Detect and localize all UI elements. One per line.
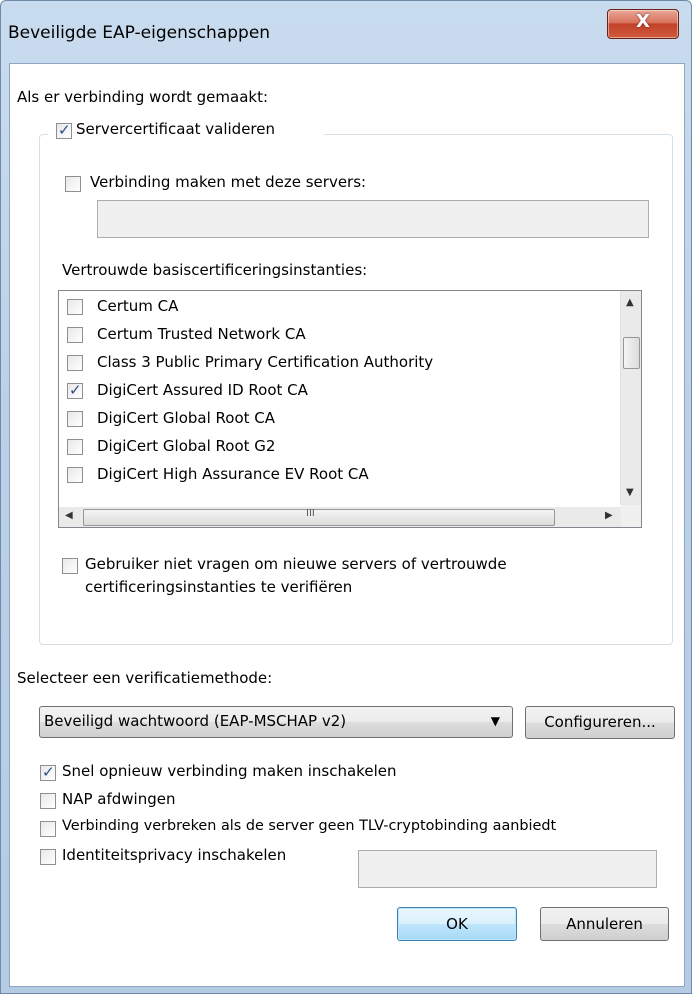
no-prompt-label-line2: certificeringsinstanties te verifiëren (85, 578, 353, 596)
list-item[interactable]: DigiCert Global Root G2 (59, 433, 615, 461)
scroll-down-icon[interactable]: ▼ (626, 487, 634, 498)
checkmark-icon: ✓ (69, 381, 82, 399)
list-item[interactable]: Certum CA (59, 293, 615, 321)
configure-button[interactable]: Configureren... (525, 706, 675, 739)
trusted-ca-list[interactable]: Certum CA Certum Trusted Network CA Clas… (58, 290, 642, 528)
method-select-value: Beveiligd wachtwoord (EAP-MSCHAP v2) (44, 712, 347, 730)
no-prompt-checkbox[interactable] (62, 558, 78, 574)
no-prompt-label-line1: Gebruiker niet vragen om nieuwe servers … (85, 555, 507, 573)
vertical-scrollbar[interactable]: ▲ ▼ (620, 291, 641, 505)
method-heading: Selecteer een verificatiemethode: (17, 669, 273, 687)
cert-checkbox[interactable] (67, 299, 83, 315)
identity-input[interactable] (358, 850, 657, 888)
list-item[interactable]: Class 3 Public Primary Certification Aut… (59, 349, 615, 377)
cert-checkbox[interactable] (67, 411, 83, 427)
checkmark-icon: ✓ (42, 763, 55, 781)
method-select[interactable]: Beveiligd wachtwoord (EAP-MSCHAP v2) ▼ (39, 706, 513, 738)
fast-reconnect-label: Snel opnieuw verbinding maken inschakele… (62, 762, 397, 780)
horizontal-scrollbar[interactable]: ◀ III ▶ (59, 507, 621, 527)
horizontal-scroll-thumb[interactable]: III (83, 508, 555, 526)
cert-label: Certum Trusted Network CA (97, 325, 306, 343)
cert-checkbox[interactable] (67, 327, 83, 343)
validate-cert-checkbox[interactable]: ✓ (56, 121, 72, 139)
tlv-label: Verbinding verbreken als de server geen … (62, 818, 557, 834)
identity-privacy-label: Identiteitsprivacy inschakelen (62, 846, 287, 864)
checkmark-icon: ✓ (58, 121, 71, 139)
scroll-up-icon[interactable]: ▲ (626, 297, 634, 308)
connect-servers-label: Verbinding maken met deze servers: (90, 173, 367, 191)
cert-checkbox[interactable] (67, 355, 83, 371)
fast-reconnect-checkbox[interactable]: ✓ (40, 763, 56, 781)
nap-checkbox[interactable] (40, 793, 56, 809)
list-item[interactable]: ✓ DigiCert Assured ID Root CA (59, 377, 615, 405)
list-item[interactable]: DigiCert High Assurance EV Root CA (59, 461, 615, 489)
list-item[interactable]: DigiCert Global Root CA (59, 405, 615, 433)
scroll-left-icon[interactable]: ◀ (65, 510, 73, 521)
list-item[interactable]: Certum Trusted Network CA (59, 321, 615, 349)
connect-heading: Als er verbinding wordt gemaakt: (17, 88, 269, 106)
window-title: Beveiligde EAP-eigenschappen (8, 23, 271, 43)
nap-label: NAP afdwingen (62, 790, 176, 808)
connect-servers-checkbox[interactable] (65, 176, 81, 192)
trusted-ca-label: Vertrouwde basiscertificeringsinstanties… (62, 261, 368, 279)
vertical-scroll-thumb[interactable] (623, 337, 640, 369)
close-icon: X (636, 11, 650, 32)
close-button[interactable]: X (607, 9, 679, 39)
cert-label: DigiCert High Assurance EV Root CA (97, 465, 369, 483)
cert-label: Certum CA (97, 297, 179, 315)
dialog-window: Beveiligde EAP-eigenschappen X Als er ve… (0, 0, 692, 994)
scroll-right-icon[interactable]: ▶ (605, 510, 613, 521)
title-bar[interactable]: Beveiligde EAP-eigenschappen X (1, 1, 691, 63)
cert-label: DigiCert Global Root CA (97, 409, 276, 427)
cert-checkbox[interactable] (67, 467, 83, 483)
cert-checkbox[interactable]: ✓ (67, 381, 83, 399)
tlv-checkbox[interactable] (40, 821, 56, 837)
identity-privacy-checkbox[interactable] (40, 849, 56, 865)
cert-label: DigiCert Global Root G2 (97, 437, 276, 455)
servers-input[interactable] (97, 200, 649, 238)
ok-button[interactable]: OK (397, 907, 517, 941)
cancel-button[interactable]: Annuleren (540, 907, 669, 941)
dialog-body: Als er verbinding wordt gemaakt: ✓ Serve… (9, 63, 685, 987)
cert-label: DigiCert Assured ID Root CA (97, 381, 308, 399)
chevron-down-icon: ▼ (490, 714, 500, 728)
cert-label: Class 3 Public Primary Certification Aut… (97, 353, 434, 371)
validate-cert-label: Servercertificaat valideren (76, 120, 276, 138)
grip-icon: III (306, 508, 315, 519)
cert-checkbox[interactable] (67, 439, 83, 455)
